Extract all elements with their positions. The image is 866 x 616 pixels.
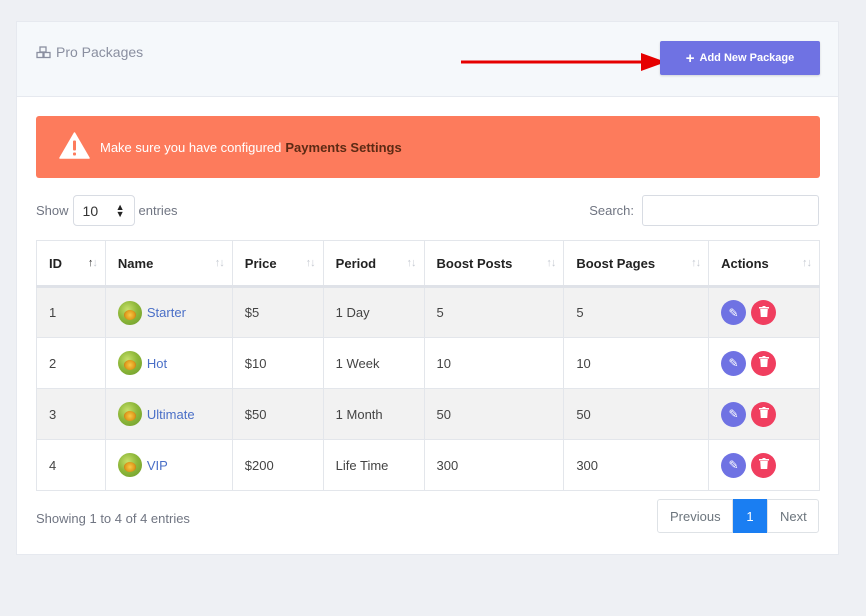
entries-label: entries bbox=[138, 203, 178, 218]
sort-icon: ↑↓ bbox=[691, 257, 701, 269]
cell-boost-posts: 50 bbox=[423, 388, 565, 440]
edit-button[interactable]: ✎ bbox=[721, 401, 747, 427]
delete-button[interactable] bbox=[751, 452, 777, 478]
sort-icon: ↑↓ bbox=[305, 257, 316, 269]
entries-select[interactable]: 10 ▲ ▼ bbox=[72, 195, 135, 226]
cell-period: 1 Day bbox=[322, 286, 425, 338]
package-icon bbox=[117, 300, 142, 325]
cell-boost-pages: 300 bbox=[563, 439, 710, 491]
alert-text: Make sure you have configured bbox=[100, 139, 282, 155]
table-row: 3 Ultimate $50 1 Month 50 50 ✎ bbox=[36, 388, 820, 440]
add-new-package-button[interactable]: + Add New Package bbox=[660, 41, 820, 75]
pencil-icon: ✎ bbox=[728, 356, 739, 370]
edit-button[interactable]: ✎ bbox=[721, 452, 747, 478]
package-icon bbox=[117, 351, 142, 375]
select-arrows-icon: ▲ ▼ bbox=[115, 201, 125, 219]
table-row: 4 VIP $200 Life Time 300 300 ✎ bbox=[36, 439, 820, 491]
cell-period: 1 Week bbox=[322, 337, 425, 389]
red-arrow-annotation bbox=[461, 53, 666, 71]
sort-asc-icon: ↑↓ bbox=[87, 257, 98, 269]
entries-select-value: 10 bbox=[82, 202, 99, 219]
sort-icon: ↑↓ bbox=[802, 257, 812, 269]
delete-button[interactable] bbox=[751, 350, 777, 376]
show-label: Show bbox=[36, 203, 69, 218]
page-1-button[interactable]: 1 bbox=[733, 499, 767, 533]
cell-id: 2 bbox=[36, 337, 106, 389]
cell-boost-posts: 5 bbox=[423, 286, 565, 338]
trash-icon bbox=[758, 407, 769, 421]
cell-boost-pages: 5 bbox=[563, 286, 710, 338]
cell-price: $50 bbox=[231, 388, 324, 440]
column-header-boost-pages[interactable]: Boost Pages ↑↓ bbox=[563, 240, 710, 288]
cell-boost-pages: 10 bbox=[563, 337, 710, 389]
packages-table: ID ↑↓ Name ↑↓ Price ↑↓ Period ↑↓ Boost Posts… bbox=[36, 240, 820, 491]
sort-icon: ↑↓ bbox=[214, 257, 225, 269]
delete-button[interactable] bbox=[751, 300, 777, 325]
add-new-package-label: Add New Package bbox=[699, 52, 795, 64]
search-label: Search: bbox=[589, 203, 634, 218]
cell-actions: ✎ bbox=[708, 439, 820, 491]
sort-icon: ↑↓ bbox=[546, 257, 556, 269]
pencil-icon: ✎ bbox=[728, 458, 739, 472]
delete-button[interactable] bbox=[751, 401, 777, 427]
cell-name: Hot bbox=[104, 337, 233, 389]
cell-period: 1 Month bbox=[322, 388, 425, 440]
cubes-icon bbox=[36, 45, 51, 59]
column-header-price[interactable]: Price ↑↓ bbox=[231, 240, 324, 288]
package-link[interactable]: Hot bbox=[147, 356, 167, 371]
cell-name: VIP bbox=[104, 439, 233, 491]
column-header-period[interactable]: Period ↑↓ bbox=[322, 240, 425, 288]
table-row: 2 Hot $10 1 Week 10 10 ✎ bbox=[36, 337, 820, 389]
cell-name: Ultimate bbox=[104, 388, 233, 440]
edit-button[interactable]: ✎ bbox=[721, 300, 747, 325]
pencil-icon: ✎ bbox=[728, 407, 739, 421]
entries-length-control: Show 10 ▲ ▼ entries bbox=[36, 195, 178, 226]
page-title: Pro Packages bbox=[36, 44, 143, 60]
cell-actions: ✎ bbox=[708, 286, 820, 338]
cell-period: Life Time bbox=[322, 439, 425, 491]
table-info: Showing 1 to 4 of 4 entries bbox=[36, 511, 190, 526]
cell-boost-pages: 50 bbox=[563, 388, 710, 440]
package-link[interactable]: VIP bbox=[147, 458, 168, 473]
cell-actions: ✎ bbox=[708, 337, 820, 389]
cell-name: Starter bbox=[104, 286, 233, 338]
cell-id: 3 bbox=[36, 388, 106, 440]
cell-price: $200 bbox=[231, 439, 324, 491]
cell-actions: ✎ bbox=[708, 388, 820, 440]
warning-icon bbox=[59, 132, 100, 162]
page-title-text: Pro Packages bbox=[56, 44, 144, 60]
table-header-row: ID ↑↓ Name ↑↓ Price ↑↓ Period ↑↓ Boost Posts… bbox=[36, 240, 820, 288]
next-page-button[interactable]: Next bbox=[767, 499, 819, 533]
packages-card: Pro Packages + Add New Package Make sure… bbox=[16, 21, 839, 555]
cell-id: 4 bbox=[36, 439, 106, 491]
package-icon bbox=[117, 453, 142, 477]
table-row: 1 Starter $5 1 Day 5 5 ✎ bbox=[36, 286, 820, 338]
trash-icon bbox=[758, 356, 769, 370]
edit-button[interactable]: ✎ bbox=[721, 350, 747, 376]
cell-boost-posts: 300 bbox=[423, 439, 565, 491]
payments-alert: Make sure you have configured Payments S… bbox=[36, 116, 820, 178]
search-control: Search: bbox=[589, 195, 819, 226]
package-icon bbox=[117, 402, 142, 426]
payments-settings-link[interactable]: Payments Settings bbox=[285, 140, 401, 155]
column-header-name[interactable]: Name ↑↓ bbox=[104, 240, 233, 288]
pagination: Previous 1 Next bbox=[657, 499, 819, 533]
sort-icon: ↑↓ bbox=[406, 257, 417, 269]
cell-id: 1 bbox=[36, 286, 106, 338]
previous-page-button[interactable]: Previous bbox=[657, 499, 733, 533]
column-header-id[interactable]: ID ↑↓ bbox=[36, 240, 106, 288]
column-header-actions[interactable]: Actions ↑↓ bbox=[708, 240, 820, 288]
cell-boost-posts: 10 bbox=[423, 337, 565, 389]
trash-icon bbox=[758, 305, 769, 320]
card-header: Pro Packages + Add New Package bbox=[17, 22, 838, 97]
plus-icon: + bbox=[685, 49, 695, 67]
cell-price: $5 bbox=[231, 286, 324, 338]
pencil-icon: ✎ bbox=[728, 305, 739, 320]
trash-icon bbox=[758, 458, 769, 472]
cell-price: $10 bbox=[231, 337, 324, 389]
column-header-boost-posts[interactable]: Boost Posts ↑↓ bbox=[423, 240, 565, 288]
package-link[interactable]: Ultimate bbox=[147, 407, 195, 422]
search-input[interactable] bbox=[642, 195, 819, 226]
package-link[interactable]: Starter bbox=[147, 305, 186, 320]
